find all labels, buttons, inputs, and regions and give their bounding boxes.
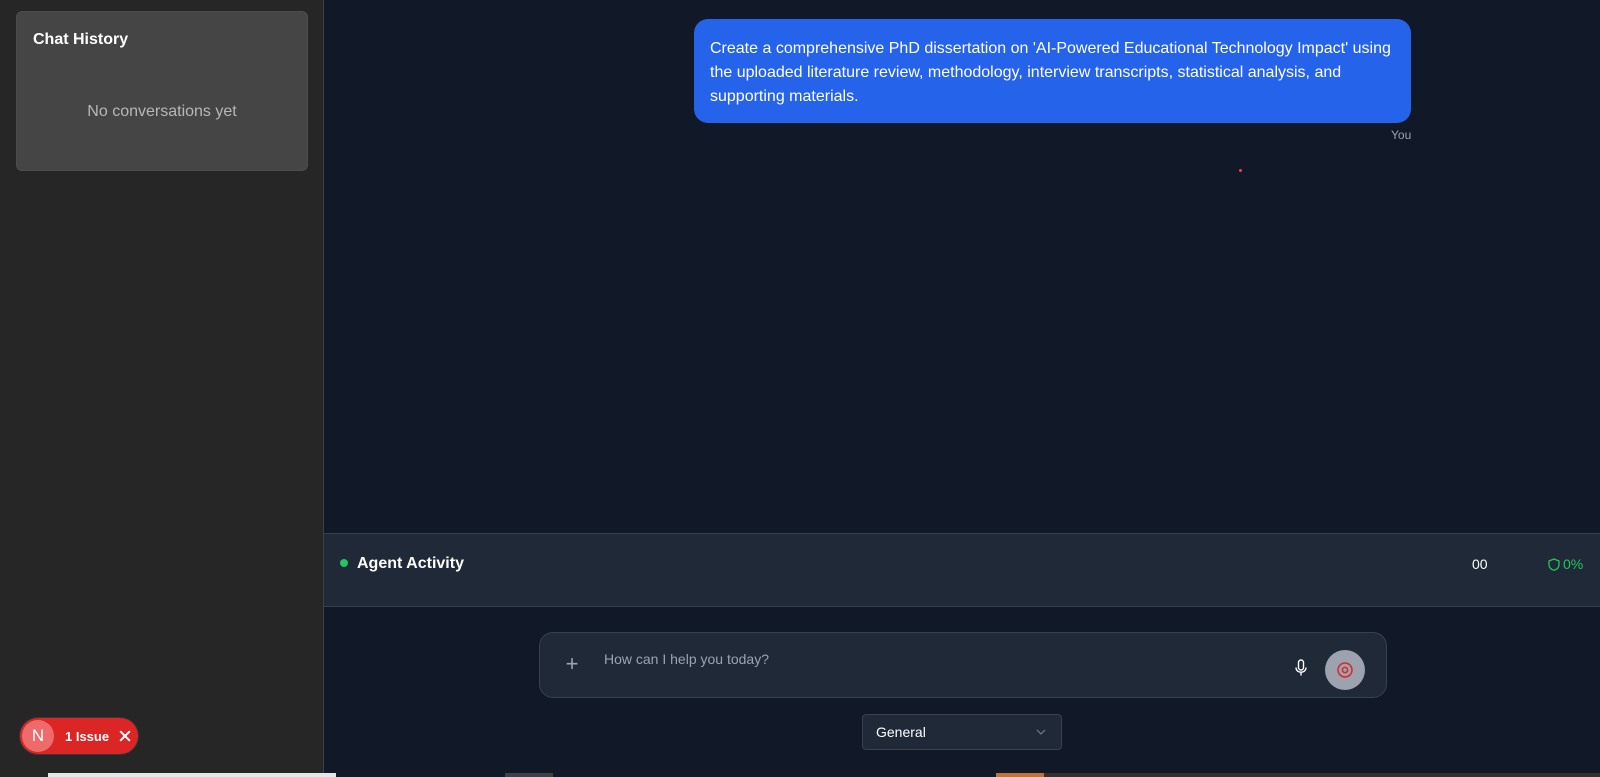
issues-badge[interactable]: N 1 Issue <box>20 718 138 754</box>
agent-activity-bar[interactable]: Agent Activity 00 0% <box>324 533 1600 607</box>
status-dot-icon <box>340 559 348 567</box>
close-icon[interactable] <box>118 729 132 743</box>
agent-activity-percent: 0% <box>1563 556 1584 572</box>
main-chat-area: Create a comprehensive PhD dissertation … <box>324 0 1600 777</box>
message-composer: + <box>539 632 1387 698</box>
chevron-down-icon <box>1036 729 1046 735</box>
app: Chat History No conversations yet N 1 Is… <box>0 0 1600 777</box>
taskbar-fragment <box>505 773 553 777</box>
taskbar-fragment <box>48 773 336 777</box>
chat-history-empty-state: No conversations yet <box>87 103 237 120</box>
agent-activity-title: Agent Activity <box>357 555 464 572</box>
sidebar: Chat History No conversations yet N 1 Is… <box>0 0 324 777</box>
taskbar-fragment <box>996 773 1044 777</box>
message-sender-label: You <box>1391 128 1412 142</box>
message-input[interactable] <box>604 645 1254 673</box>
user-message-bubble: Create a comprehensive PhD dissertation … <box>694 19 1411 123</box>
send-button[interactable] <box>1325 650 1365 690</box>
shield-icon <box>1548 558 1560 571</box>
stop-circle-icon <box>1337 662 1353 678</box>
microphone-icon[interactable] <box>1294 659 1308 677</box>
chat-history-panel: Chat History No conversations yet <box>16 11 308 171</box>
mode-select-value: General <box>876 724 926 740</box>
agent-activity-counter: 00 <box>1472 556 1488 572</box>
chat-history-title: Chat History <box>33 31 129 48</box>
cursor-indicator <box>1239 169 1242 172</box>
issue-avatar: N <box>22 720 54 752</box>
taskbar-fragment <box>1044 773 1600 777</box>
issue-count-label: 1 Issue <box>65 728 110 744</box>
mode-select[interactable]: General <box>862 714 1062 750</box>
add-attachment-button[interactable]: + <box>562 653 582 675</box>
